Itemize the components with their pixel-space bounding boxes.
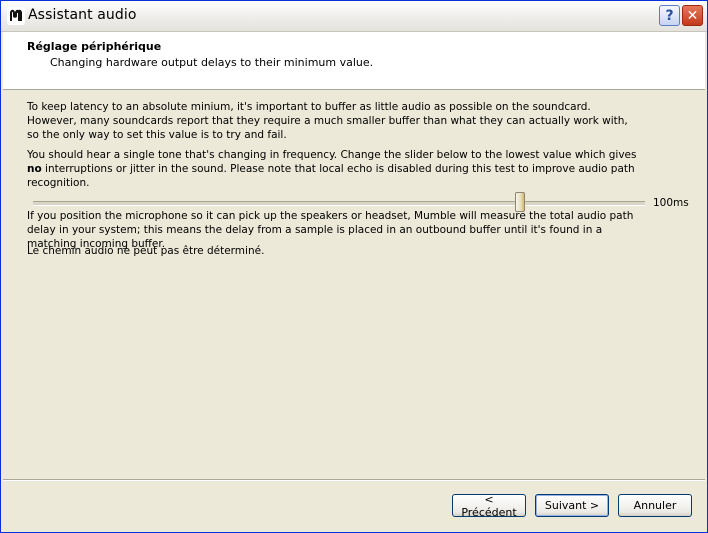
next-button[interactable]: Suivant >	[535, 494, 609, 517]
delay-value-label: 100ms	[653, 197, 689, 209]
cancel-button[interactable]: Annuler	[618, 494, 692, 517]
tone-instructions: You should hear a single tone that's cha…	[27, 148, 637, 190]
help-button[interactable]: ?	[659, 5, 680, 26]
latency-explanation: To keep latency to an absolute minium, i…	[27, 101, 628, 141]
back-button[interactable]: < Précédent	[452, 493, 526, 519]
page-title: Réglage périphérique	[27, 40, 162, 53]
help-icon: ?	[665, 7, 674, 24]
close-button[interactable]: ✕	[682, 5, 703, 26]
title-bar[interactable]: Assistant audio ? ✕	[1, 1, 707, 32]
tone-instructions-start: You should hear a single tone that's cha…	[27, 149, 637, 161]
footer-divider	[3, 479, 705, 481]
tone-instructions-emphasis: no	[27, 163, 42, 175]
mumble-logo-icon	[7, 7, 25, 25]
audio-wizard-window: Assistant audio ? ✕ Réglage périphérique…	[0, 0, 708, 533]
wizard-content: To keep latency to an absolute minium, i…	[3, 90, 705, 479]
window-title: Assistant audio	[28, 7, 137, 23]
close-icon: ✕	[686, 7, 699, 24]
tone-instructions-end: interruptions or jitter in the sound. Pl…	[27, 163, 635, 189]
page-subtitle: Changing hardware output delays to their…	[50, 56, 374, 69]
audio-path-status: Le chemin audio ne peut pas être détermi…	[27, 245, 265, 257]
wizard-header: Réglage périphérique Changing hardware o…	[3, 32, 705, 90]
slider-track[interactable]	[33, 201, 645, 206]
